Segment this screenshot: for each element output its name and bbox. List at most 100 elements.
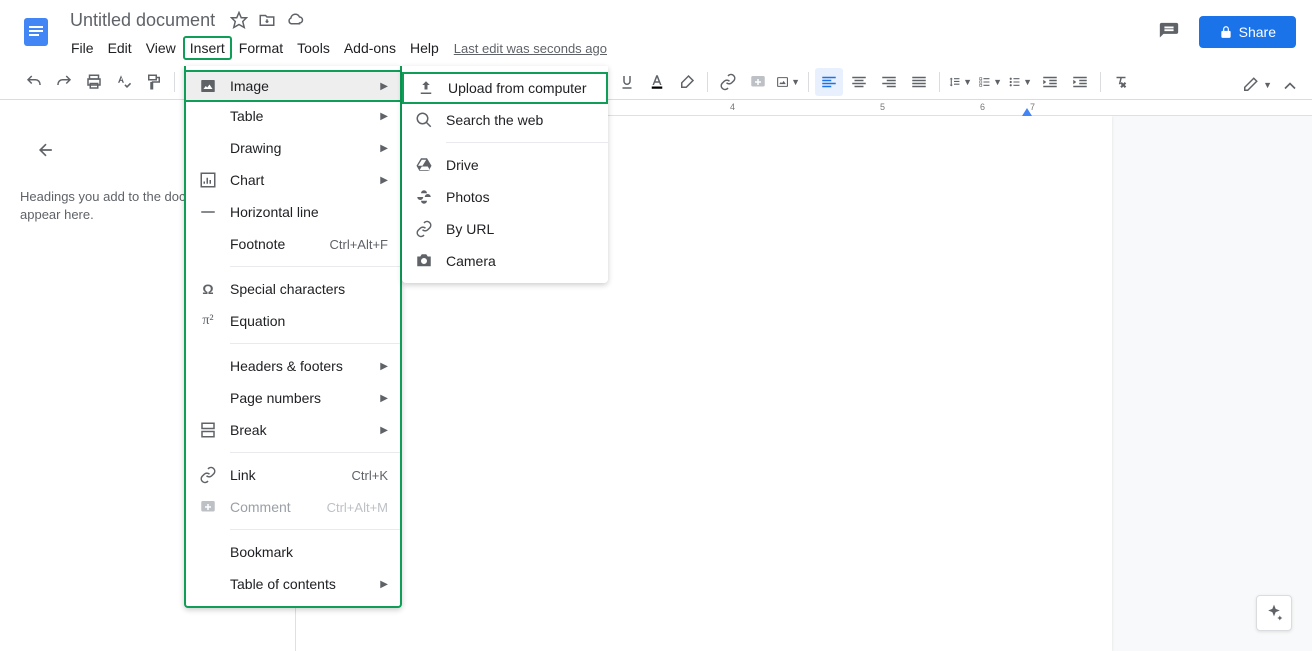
indent-decrease-icon[interactable] — [1036, 68, 1064, 96]
image-upload[interactable]: Upload from computer — [402, 72, 608, 104]
label: Chart — [230, 172, 380, 188]
chevron-right-icon: ▶ — [380, 111, 388, 122]
label: Headers & footers — [230, 358, 380, 374]
insert-equation[interactable]: π² Equation — [186, 305, 400, 337]
insert-comment: Comment Ctrl+Alt+M — [186, 491, 400, 523]
shortcut: Ctrl+Alt+F — [329, 237, 388, 252]
image-search-web[interactable]: Search the web — [402, 104, 608, 136]
ruler-indent-marker[interactable] — [1022, 108, 1032, 116]
label: Comment — [230, 499, 327, 515]
spellcheck-icon[interactable] — [110, 68, 138, 96]
shortcut: Ctrl+K — [352, 468, 388, 483]
separator — [808, 72, 809, 92]
image-drive[interactable]: Drive — [402, 149, 608, 181]
menu-format[interactable]: Format — [232, 36, 290, 60]
separator — [1100, 72, 1101, 92]
print-icon[interactable] — [80, 68, 108, 96]
align-center-icon[interactable] — [845, 68, 873, 96]
editing-mode-button[interactable]: ▼ — [1241, 76, 1272, 94]
label: Special characters — [230, 281, 388, 297]
insert-link[interactable]: Link Ctrl+K — [186, 459, 400, 491]
align-left-icon[interactable] — [815, 68, 843, 96]
docs-logo-icon[interactable] — [16, 12, 56, 52]
insert-chart[interactable]: Chart ▶ — [186, 164, 400, 196]
doc-title[interactable]: Untitled document — [64, 10, 221, 31]
insert-image-icon[interactable]: ▼ — [774, 68, 802, 96]
align-right-icon[interactable] — [875, 68, 903, 96]
insert-special-chars[interactable]: Ω Special characters — [186, 273, 400, 305]
drive-icon — [414, 155, 434, 175]
insert-toc[interactable]: Table of contents ▶ — [186, 568, 400, 600]
menu-file[interactable]: File — [64, 36, 101, 60]
last-edit-link[interactable]: Last edit was seconds ago — [454, 41, 607, 56]
chevron-right-icon: ▶ — [380, 175, 388, 186]
insert-page-numbers[interactable]: Page numbers ▶ — [186, 382, 400, 414]
menubar: File Edit View Insert Format Tools Add-o… — [64, 34, 1155, 62]
chevron-right-icon: ▶ — [380, 81, 388, 92]
menu-tools[interactable]: Tools — [290, 36, 337, 60]
line-spacing-icon[interactable]: ▼ — [946, 68, 974, 96]
insert-drawing[interactable]: Drawing ▶ — [186, 132, 400, 164]
insert-break[interactable]: Break ▶ — [186, 414, 400, 446]
add-comment-icon[interactable] — [744, 68, 772, 96]
label: Drive — [446, 157, 596, 173]
label: By URL — [446, 221, 596, 237]
menu-insert[interactable]: Insert — [183, 36, 232, 60]
label: Page numbers — [230, 390, 380, 406]
insert-table[interactable]: Table ▶ — [186, 100, 400, 132]
move-icon[interactable] — [257, 10, 277, 30]
highlight-icon[interactable] — [673, 68, 701, 96]
label: Upload from computer — [448, 80, 594, 96]
redo-icon[interactable] — [50, 68, 78, 96]
menu-edit[interactable]: Edit — [101, 36, 139, 60]
text-color-icon[interactable] — [643, 68, 671, 96]
label: Camera — [446, 253, 596, 269]
separator — [939, 72, 940, 92]
insert-bookmark[interactable]: Bookmark — [186, 536, 400, 568]
label: Equation — [230, 313, 388, 329]
menu-help[interactable]: Help — [403, 36, 446, 60]
hr-icon — [198, 202, 218, 222]
menu-view[interactable]: View — [139, 36, 183, 60]
link-icon — [414, 219, 434, 239]
image-url[interactable]: By URL — [402, 213, 608, 245]
ruler-mark: 4 — [730, 102, 735, 112]
label: Image — [230, 78, 380, 94]
ruler-mark: 5 — [880, 102, 885, 112]
share-button[interactable]: Share — [1199, 16, 1296, 48]
underline-icon[interactable] — [613, 68, 641, 96]
align-justify-icon[interactable] — [905, 68, 933, 96]
insert-headers-footers[interactable]: Headers & footers ▶ — [186, 350, 400, 382]
clear-format-icon[interactable] — [1107, 68, 1135, 96]
chevron-right-icon: ▶ — [380, 425, 388, 436]
comments-icon[interactable] — [1155, 18, 1183, 46]
paint-format-icon[interactable] — [140, 68, 168, 96]
star-icon[interactable] — [229, 10, 249, 30]
undo-icon[interactable] — [20, 68, 48, 96]
separator — [446, 142, 608, 143]
comment-icon — [198, 497, 218, 517]
image-submenu: Upload from computer Search the web Driv… — [402, 66, 608, 283]
insert-hr[interactable]: Horizontal line — [186, 196, 400, 228]
image-photos[interactable]: Photos — [402, 181, 608, 213]
explore-button[interactable] — [1256, 595, 1292, 631]
insert-footnote[interactable]: Footnote Ctrl+Alt+F — [186, 228, 400, 260]
indent-increase-icon[interactable] — [1066, 68, 1094, 96]
image-camera[interactable]: Camera — [402, 245, 608, 277]
chevron-right-icon: ▶ — [380, 143, 388, 154]
break-icon — [198, 420, 218, 440]
pi-icon: π² — [198, 311, 218, 331]
chevron-up-icon[interactable] — [1280, 76, 1300, 101]
back-arrow-icon[interactable] — [36, 140, 56, 165]
share-label: Share — [1239, 24, 1276, 40]
label: Horizontal line — [230, 204, 388, 220]
checklist-icon[interactable]: ▼ — [976, 68, 1004, 96]
ruler-mark: 6 — [980, 102, 985, 112]
menu-addons[interactable]: Add-ons — [337, 36, 403, 60]
link-icon[interactable] — [714, 68, 742, 96]
insert-image[interactable]: Image ▶ — [184, 70, 402, 102]
upload-icon — [416, 78, 436, 98]
cloud-icon[interactable] — [285, 10, 305, 30]
bulleted-list-icon[interactable]: ▼ — [1006, 68, 1034, 96]
label: Link — [230, 467, 352, 483]
